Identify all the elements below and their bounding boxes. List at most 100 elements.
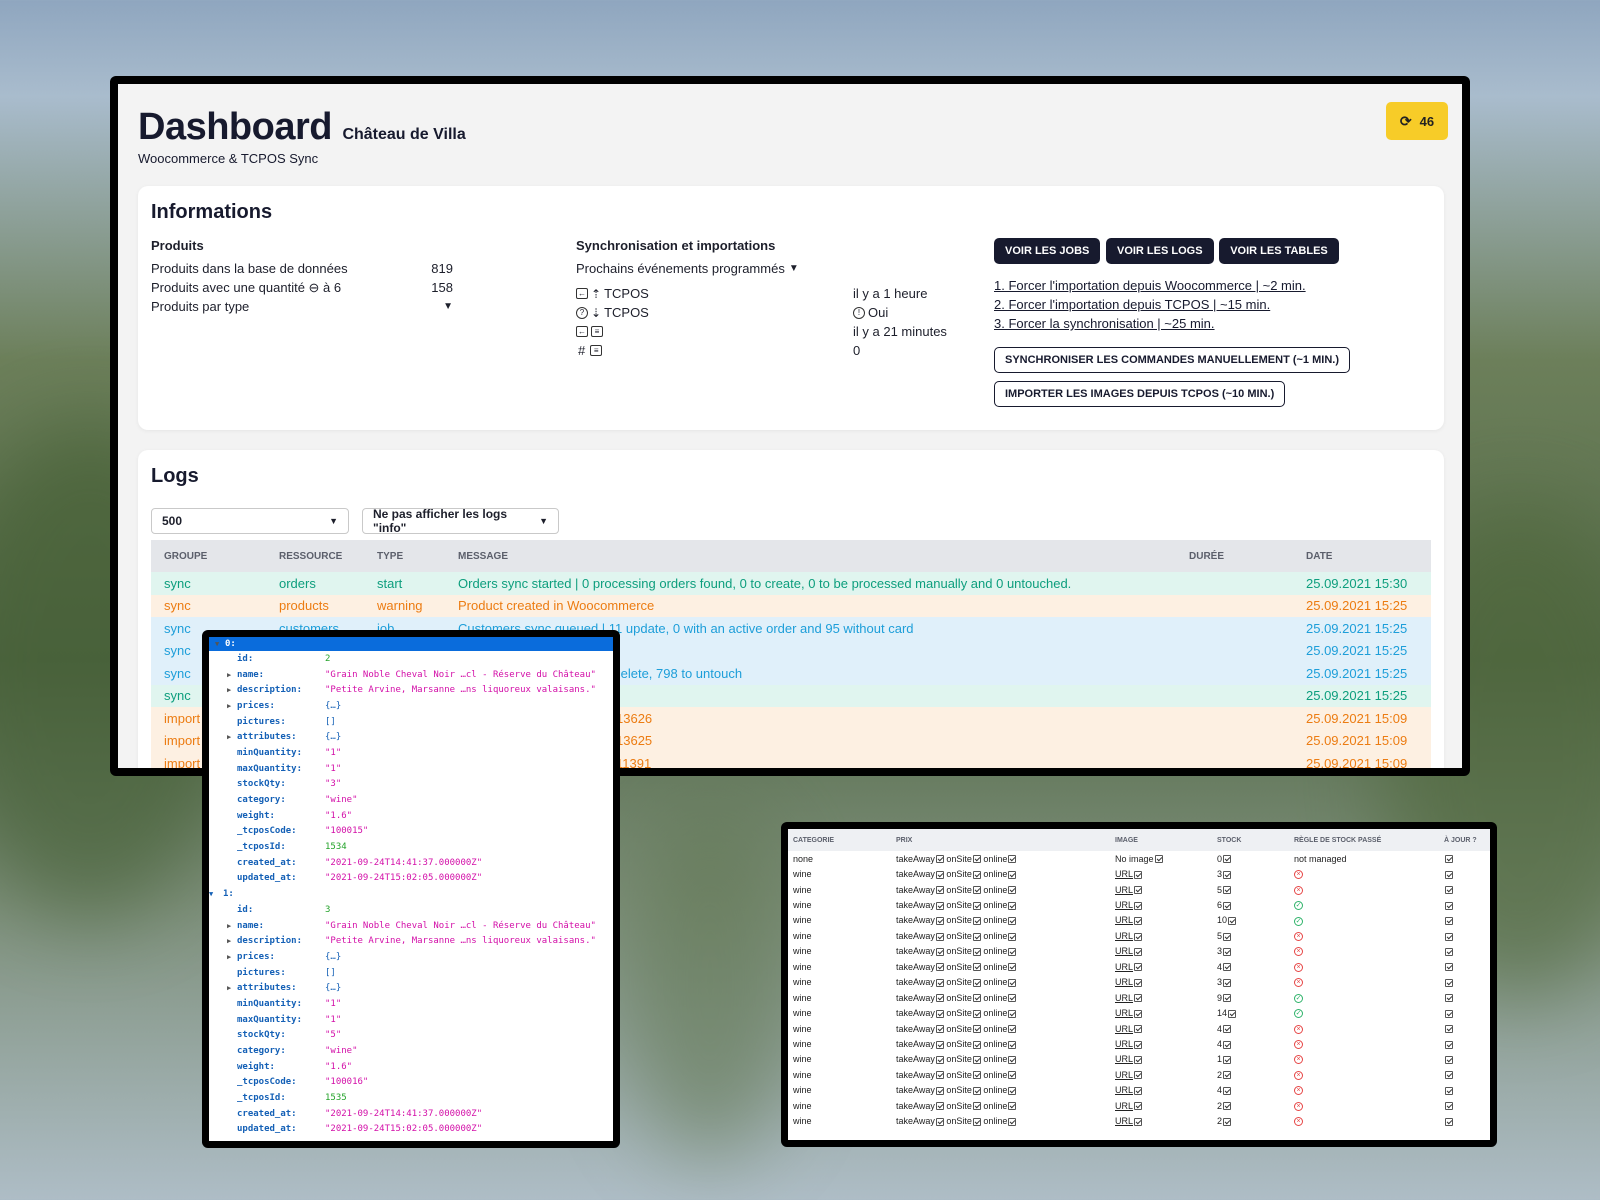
checkbox-checked-icon[interactable] (935, 1025, 944, 1034)
checkbox-checked-icon[interactable] (1008, 1117, 1017, 1126)
checkbox-checked-icon[interactable] (972, 994, 981, 1003)
checkbox-checked-icon[interactable] (972, 978, 981, 987)
json-field[interactable]: ▶ attributes: {…} (209, 729, 613, 745)
checkbox-checked-icon[interactable] (1008, 886, 1017, 895)
image-url-link[interactable]: URL (1115, 946, 1133, 956)
checkbox-checked-icon[interactable] (1445, 886, 1453, 895)
checkbox-checked-icon[interactable] (972, 932, 981, 941)
checkbox-checked-icon[interactable] (1445, 1086, 1453, 1095)
products-by-type-toggle[interactable]: Produits par type ▼ (151, 297, 461, 316)
checkbox-checked-icon[interactable] (935, 932, 944, 941)
checkbox-checked-icon[interactable] (972, 1086, 981, 1095)
checkbox-checked-icon[interactable] (1445, 855, 1453, 864)
checkbox-checked-icon[interactable] (1223, 947, 1232, 956)
checkbox-checked-icon[interactable] (1008, 947, 1017, 956)
checkbox-checked-icon[interactable] (1223, 886, 1232, 895)
image-url-link[interactable]: URL (1115, 1101, 1133, 1111)
checkbox-checked-icon[interactable] (1223, 978, 1232, 987)
checkbox-checked-icon[interactable] (972, 1040, 981, 1049)
checkbox-checked-icon[interactable] (1008, 1071, 1017, 1080)
checkbox-checked-icon[interactable] (1134, 901, 1143, 910)
checkbox-checked-icon[interactable] (935, 1117, 944, 1126)
checkbox-checked-icon[interactable] (1223, 855, 1232, 864)
checkbox-checked-icon[interactable] (1008, 978, 1017, 987)
sync-orders-button[interactable]: SYNCHRONISER LES COMMANDES MANUELLEMENT … (994, 347, 1350, 373)
checkbox-checked-icon[interactable] (1223, 963, 1232, 972)
image-url-link[interactable]: URL (1115, 915, 1133, 925)
checkbox-checked-icon[interactable] (935, 1102, 944, 1111)
checkbox-checked-icon[interactable] (1008, 1009, 1017, 1018)
image-url-link[interactable]: URL (1115, 1054, 1133, 1064)
image-url-link[interactable]: URL (1115, 1039, 1133, 1049)
checkbox-checked-icon[interactable] (972, 901, 981, 910)
checkbox-checked-icon[interactable] (935, 963, 944, 972)
checkbox-checked-icon[interactable] (935, 947, 944, 956)
checkbox-checked-icon[interactable] (1223, 1102, 1232, 1111)
checkbox-checked-icon[interactable] (935, 870, 944, 879)
checkbox-checked-icon[interactable] (935, 994, 944, 1003)
checkbox-checked-icon[interactable] (935, 855, 944, 864)
force-sync-link[interactable]: 3. Forcer la synchronisation | ~25 min. (994, 316, 1434, 335)
image-url-link[interactable]: URL (1115, 900, 1133, 910)
checkbox-checked-icon[interactable] (972, 855, 981, 864)
checkbox-checked-icon[interactable] (1008, 932, 1017, 941)
checkbox-checked-icon[interactable] (1134, 963, 1143, 972)
checkbox-checked-icon[interactable] (1445, 1009, 1453, 1018)
log-count-select[interactable]: 500 ▼ (151, 508, 349, 534)
checkbox-checked-icon[interactable] (1445, 1025, 1453, 1034)
checkbox-checked-icon[interactable] (1134, 1086, 1143, 1095)
checkbox-checked-icon[interactable] (935, 1040, 944, 1049)
checkbox-checked-icon[interactable] (935, 886, 944, 895)
image-url-link[interactable]: URL (1115, 1085, 1133, 1095)
checkbox-checked-icon[interactable] (1008, 917, 1017, 926)
checkbox-checked-icon[interactable] (1008, 1056, 1017, 1065)
checkbox-checked-icon[interactable] (1134, 1102, 1143, 1111)
json-field[interactable]: ▶ prices: {…} (209, 949, 613, 965)
json-item-header[interactable]: ▼ 1: (209, 886, 613, 902)
checkbox-checked-icon[interactable] (1134, 1040, 1143, 1049)
json-field[interactable]: ▶ description: "Petite Arvine, Marsanne …n… (209, 933, 613, 949)
checkbox-checked-icon[interactable] (935, 978, 944, 987)
checkbox-checked-icon[interactable] (1134, 870, 1143, 879)
checkbox-checked-icon[interactable] (1445, 932, 1453, 941)
checkbox-checked-icon[interactable] (1134, 994, 1143, 1003)
checkbox-checked-icon[interactable] (1223, 932, 1232, 941)
checkbox-checked-icon[interactable] (1008, 1040, 1017, 1049)
image-url-link[interactable]: URL (1115, 931, 1133, 941)
image-url-link[interactable]: URL (1115, 993, 1133, 1003)
checkbox-checked-icon[interactable] (972, 1102, 981, 1111)
checkbox-checked-icon[interactable] (1134, 978, 1143, 987)
checkbox-checked-icon[interactable] (1008, 901, 1017, 910)
image-url-link[interactable]: URL (1115, 1008, 1133, 1018)
checkbox-checked-icon[interactable] (972, 917, 981, 926)
checkbox-checked-icon[interactable] (1008, 1025, 1017, 1034)
checkbox-checked-icon[interactable] (972, 963, 981, 972)
checkbox-checked-icon[interactable] (1154, 855, 1163, 864)
checkbox-checked-icon[interactable] (1445, 1102, 1453, 1111)
checkbox-checked-icon[interactable] (1445, 1071, 1453, 1080)
checkbox-checked-icon[interactable] (1445, 994, 1453, 1003)
checkbox-checked-icon[interactable] (1008, 1102, 1017, 1111)
checkbox-checked-icon[interactable] (935, 1071, 944, 1080)
checkbox-checked-icon[interactable] (935, 1009, 944, 1018)
checkbox-checked-icon[interactable] (1223, 870, 1232, 879)
json-field[interactable]: ▶ prices: {…} (209, 698, 613, 714)
checkbox-checked-icon[interactable] (1223, 1040, 1232, 1049)
checkbox-checked-icon[interactable] (1134, 886, 1143, 895)
checkbox-checked-icon[interactable] (1223, 1117, 1232, 1126)
force-woocommerce-import-link[interactable]: 1. Forcer l'importation depuis Woocommer… (994, 278, 1434, 297)
checkbox-checked-icon[interactable] (1134, 1009, 1143, 1018)
checkbox-checked-icon[interactable] (1445, 963, 1453, 972)
checkbox-checked-icon[interactable] (1445, 901, 1453, 910)
image-url-link[interactable]: URL (1115, 1070, 1133, 1080)
image-url-link[interactable]: URL (1115, 962, 1133, 972)
checkbox-checked-icon[interactable] (1223, 1086, 1232, 1095)
checkbox-checked-icon[interactable] (1223, 994, 1232, 1003)
checkbox-checked-icon[interactable] (1134, 1025, 1143, 1034)
force-tcpos-import-link[interactable]: 2. Forcer l'importation depuis TCPOS | ~… (994, 297, 1434, 316)
checkbox-checked-icon[interactable] (1134, 932, 1143, 941)
checkbox-checked-icon[interactable] (1445, 1117, 1453, 1126)
checkbox-checked-icon[interactable] (1228, 917, 1237, 926)
checkbox-checked-icon[interactable] (1445, 870, 1453, 879)
checkbox-checked-icon[interactable] (1008, 1086, 1017, 1095)
